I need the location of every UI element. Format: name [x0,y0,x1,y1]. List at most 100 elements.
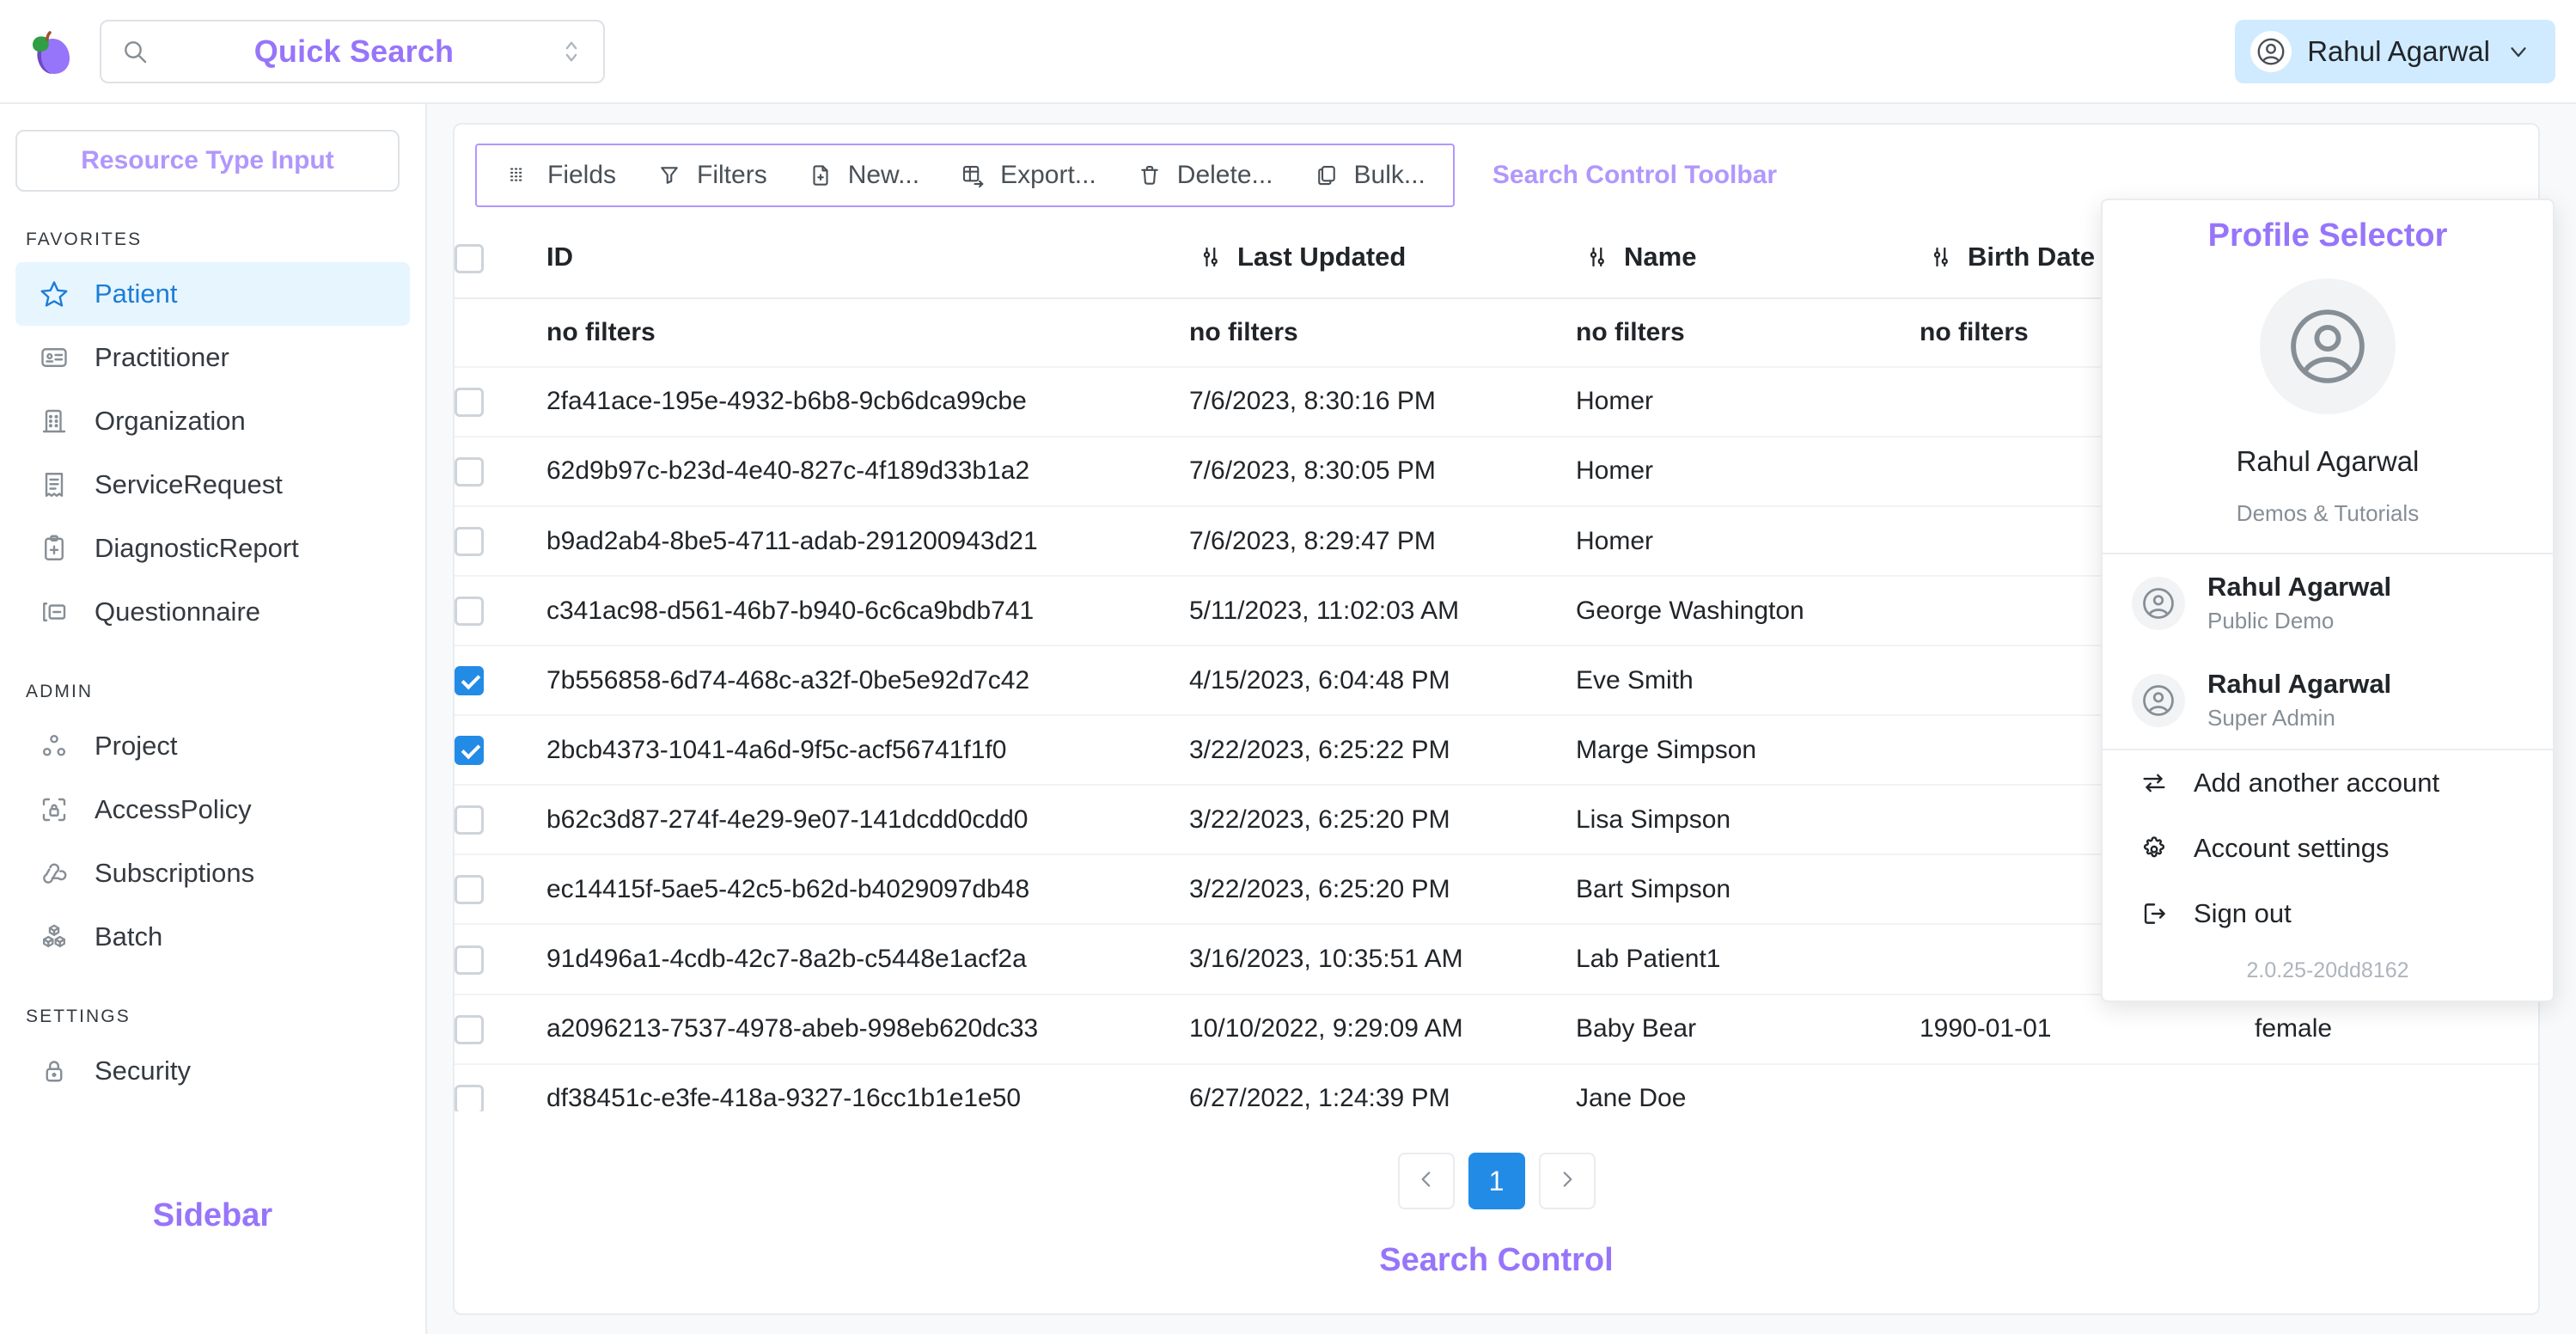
profile-selector-name: Rahul Agarwal [2236,445,2420,477]
table-row[interactable]: df38451c-e3fe-418a-9327-16cc1b1e1e50 6/2… [455,1063,2538,1111]
row-checkbox[interactable] [455,597,484,627]
cell-id: 62d9b97c-b23d-4e40-827c-4f189d33b1a2 [536,436,1189,507]
quick-search-input[interactable]: Quick Search [100,19,605,83]
filter-cell-last-updated[interactable]: no filters [1189,297,1576,368]
row-checkbox[interactable] [455,456,484,486]
sidebar-item-label: Patient [95,278,178,309]
sidebar-item-practitioner[interactable]: Practitioner [15,326,410,389]
row-checkbox[interactable] [455,527,484,557]
bulk-button[interactable]: Bulk... [1292,154,1444,197]
sidebar-item-subscriptions[interactable]: Subscriptions [15,841,410,905]
row-checkbox[interactable] [455,736,484,766]
plum-logo-icon[interactable] [24,26,76,77]
account-option-name: Rahul Agarwal [2207,669,2392,699]
lock-icon [36,1056,72,1086]
row-checkbox-cell[interactable] [455,924,536,995]
sidebar-item-questionnaire[interactable]: Questionnaire [15,580,410,644]
select-all-checkbox[interactable] [455,243,484,273]
cell-id: c341ac98-d561-46b7-b940-6c6ca9bdb741 [536,576,1189,647]
sidebar-item-accesspolicy[interactable]: AccessPolicy [15,778,410,841]
adjustments-icon[interactable] [1189,244,1237,270]
account-settings-button[interactable]: Account settings [2103,816,2553,881]
row-checkbox[interactable] [455,387,484,417]
filter-cell-name[interactable]: no filters [1576,297,1920,368]
row-checkbox-cell[interactable] [455,994,536,1065]
cell-last-updated: 3/22/2023, 6:25:20 PM [1189,854,1576,926]
row-checkbox-cell[interactable] [455,854,536,926]
account-option-super-admin[interactable]: Rahul Agarwal Super Admin [2103,652,2553,749]
cell-name: Lisa Simpson [1576,785,1920,856]
resource-type-input-label: Resource Type Input [81,146,334,174]
filter-cell-checkbox [455,297,536,368]
pagination-prev-button[interactable] [1397,1153,1455,1209]
sidebar-item-project[interactable]: Project [15,714,410,778]
cell-name: Lab Patient1 [1576,924,1920,995]
new-button[interactable]: New... [786,154,938,197]
row-checkbox[interactable] [455,666,484,696]
row-checkbox-cell[interactable] [455,576,536,647]
pagination-next-button[interactable] [1538,1153,1596,1209]
filter-cell-id[interactable]: no filters [536,297,1189,368]
app-version: 2.0.25-20dd8162 [2246,958,2409,982]
adjustments-icon[interactable] [1576,244,1624,270]
cell-name: Homer [1576,366,1920,438]
row-checkbox[interactable] [455,875,484,905]
filters-button[interactable]: Filters [635,154,786,197]
row-checkbox-cell[interactable] [455,646,536,717]
adjustments-icon[interactable] [1920,244,1968,270]
sign-out-button[interactable]: Sign out [2103,881,2553,946]
cell-id: a2096213-7537-4978-abeb-998eb620dc33 [536,994,1189,1065]
row-checkbox-cell[interactable] [455,1063,536,1111]
sidebar-item-label: Subscriptions [95,858,255,888]
delete-button[interactable]: Delete... [1115,154,1292,197]
chevron-left-icon [1415,1165,1438,1198]
table-export-icon [957,162,988,188]
sidebar: Resource Type Input FAVORITES Patient Pr… [0,104,427,1334]
profile-selector-popover: Profile Selector Rahul Agarwal Demos & T… [2101,199,2555,1002]
cell-id: 91d496a1-4cdb-42c7-8a2b-c5448e1acf2a [536,924,1189,995]
pagination-page-1-button[interactable]: 1 [1468,1153,1525,1209]
profile-selector-project: Demos & Tutorials [2236,500,2420,526]
row-checkbox-cell[interactable] [455,505,536,578]
chevron-updown-icon[interactable] [557,36,586,67]
row-checkbox[interactable] [455,805,484,835]
row-checkbox-cell[interactable] [455,366,536,438]
table-row[interactable]: a2096213-7537-4978-abeb-998eb620dc33 10/… [455,994,2538,1065]
sidebar-item-security[interactable]: Security [15,1039,410,1103]
column-header-name[interactable]: Name [1576,217,1920,298]
sidebar-item-patient[interactable]: Patient [15,262,410,326]
cell-id: 2bcb4373-1041-4a6d-9f5c-acf56741f1f0 [536,715,1189,786]
chevron-down-icon[interactable] [2506,39,2531,64]
row-checkbox-cell[interactable] [455,436,536,507]
sidebar-item-servicerequest[interactable]: ServiceRequest [15,453,410,517]
user-menu-button[interactable]: Rahul Agarwal [2235,19,2555,83]
resource-type-input[interactable]: Resource Type Input [15,130,400,192]
sidebar-item-label: Security [95,1056,191,1086]
body-wrapper: Resource Type Input FAVORITES Patient Pr… [0,104,2576,1334]
cell-last-updated: 3/22/2023, 6:25:22 PM [1189,715,1576,786]
pagination-page-number: 1 [1488,1165,1505,1196]
add-another-account-button[interactable]: Add another account [2103,750,2553,816]
chevron-right-icon [1556,1165,1578,1198]
row-checkbox[interactable] [455,1014,484,1044]
export-button[interactable]: Export... [938,154,1115,197]
new-button-label: New... [847,161,920,189]
column-header-id[interactable]: ID [536,217,1189,298]
row-checkbox[interactable] [455,945,484,975]
user-circle-large-icon [2260,278,2396,414]
sidebar-item-label: Project [95,731,178,761]
cell-name: Jane Doe [1576,1063,1920,1111]
sidebar-item-batch[interactable]: Batch [15,905,410,969]
row-checkbox[interactable] [455,1084,484,1111]
fields-button[interactable]: Fields [485,154,635,197]
sidebar-item-organization[interactable]: Organization [15,389,410,453]
sidebar-item-label: DiagnosticReport [95,533,299,563]
column-header-last-updated[interactable]: Last Updated [1189,217,1576,298]
filters-button-label: Filters [697,161,767,189]
sidebar-item-diagnosticreport[interactable]: DiagnosticReport [15,517,410,580]
row-checkbox-cell[interactable] [455,715,536,786]
sidebar-item-label: ServiceRequest [95,469,283,499]
account-option-public-demo[interactable]: Rahul Agarwal Public Demo [2103,554,2553,652]
receipt-icon [36,469,72,500]
row-checkbox-cell[interactable] [455,785,536,856]
